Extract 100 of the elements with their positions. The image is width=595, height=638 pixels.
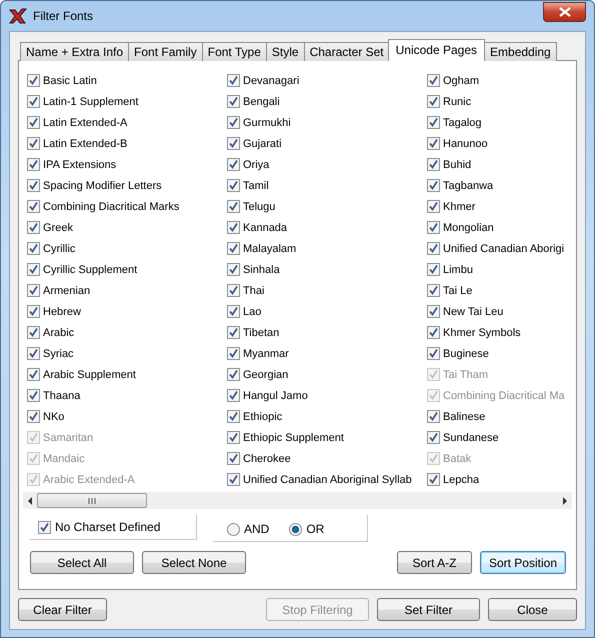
- radio-button[interactable]: [227, 522, 240, 536]
- checkbox-label: IPA Extensions: [43, 158, 116, 170]
- checkbox[interactable]: [27, 74, 40, 87]
- checkbox[interactable]: [427, 95, 440, 108]
- checkbox[interactable]: [227, 137, 240, 150]
- checkbox-label: Armenian: [43, 284, 90, 296]
- checkbox-label: Cherokee: [243, 452, 291, 464]
- checkbox[interactable]: [27, 179, 40, 192]
- button[interactable]: Select All: [30, 551, 134, 574]
- checkbox[interactable]: [27, 410, 40, 423]
- checkbox[interactable]: [27, 137, 40, 150]
- checkbox[interactable]: [227, 410, 240, 423]
- checkbox-label: Hangul Jamo: [243, 390, 308, 402]
- checkbox[interactable]: [27, 389, 40, 402]
- checkbox[interactable]: [227, 116, 240, 129]
- tab[interactable]: Font Family: [128, 42, 203, 61]
- tab[interactable]: Unicode Pages: [388, 39, 486, 61]
- checkbox[interactable]: [27, 116, 40, 129]
- checkbox-label: Arabic Extended-A: [43, 474, 135, 486]
- button[interactable]: Set Filter: [377, 598, 480, 621]
- checkbox[interactable]: [227, 452, 240, 465]
- button[interactable]: Sort Position: [480, 551, 566, 574]
- checkbox[interactable]: [227, 326, 240, 339]
- button[interactable]: Select None: [142, 551, 246, 574]
- checkbox[interactable]: [227, 389, 240, 402]
- checkbox[interactable]: [427, 305, 440, 318]
- checkbox[interactable]: [427, 116, 440, 129]
- checkbox[interactable]: [227, 74, 240, 87]
- checkbox[interactable]: [27, 263, 40, 276]
- tab[interactable]: Style: [266, 42, 305, 61]
- checkbox[interactable]: [427, 431, 440, 444]
- scroll-left-icon[interactable]: [27, 496, 33, 504]
- checkbox[interactable]: [227, 305, 240, 318]
- tab[interactable]: Name + Extra Info: [20, 42, 130, 61]
- checkbox[interactable]: [227, 473, 240, 486]
- radio-label: AND: [244, 522, 270, 536]
- radio-button[interactable]: [289, 522, 302, 536]
- checkbox-label: Spacing Modifier Letters: [43, 180, 162, 192]
- radio-label: OR: [306, 522, 324, 536]
- checkbox[interactable]: [27, 305, 40, 318]
- checkbox[interactable]: [27, 95, 40, 108]
- checkbox[interactable]: [227, 347, 240, 360]
- checkbox[interactable]: [227, 242, 240, 255]
- checkbox[interactable]: [227, 368, 240, 381]
- checkbox[interactable]: [427, 221, 440, 234]
- checkbox[interactable]: [27, 326, 40, 339]
- tab[interactable]: Character Set: [304, 42, 390, 61]
- button[interactable]: Clear Filter: [18, 598, 107, 621]
- checkbox[interactable]: [427, 410, 440, 423]
- checkbox[interactable]: [27, 221, 40, 234]
- checkbox[interactable]: [427, 347, 440, 360]
- checkbox[interactable]: [227, 284, 240, 297]
- scroll-thumb[interactable]: [37, 493, 147, 508]
- checkbox-label: Gujarati: [243, 138, 282, 150]
- checkbox[interactable]: [427, 137, 440, 150]
- checkbox[interactable]: [427, 179, 440, 192]
- checkbox[interactable]: [427, 284, 440, 297]
- checkbox[interactable]: [227, 95, 240, 108]
- checkbox[interactable]: [427, 263, 440, 276]
- checkbox[interactable]: [227, 179, 240, 192]
- checkbox-label: Tagalog: [443, 116, 482, 128]
- close-button[interactable]: [543, 2, 586, 22]
- checkbox-label: Malayalam: [243, 242, 296, 254]
- checkbox-label: Sinhala: [243, 264, 280, 276]
- checkbox[interactable]: [227, 221, 240, 234]
- button[interactable]: Sort A-Z: [396, 551, 472, 574]
- checkbox-label: Buhid: [443, 158, 472, 170]
- button[interactable]: Close: [488, 598, 577, 621]
- checkbox[interactable]: [427, 158, 440, 171]
- checkbox-label: Cyrillic Supplement: [43, 264, 138, 276]
- checkbox[interactable]: [427, 242, 440, 255]
- checkbox-label: Tai Tham: [443, 368, 488, 380]
- tab[interactable]: Font Type: [202, 42, 267, 61]
- tab[interactable]: Embedding: [484, 42, 557, 61]
- app-icon: [9, 8, 27, 24]
- checkbox[interactable]: [27, 284, 40, 297]
- checkbox-label: New Tai Leu: [443, 306, 504, 318]
- scroll-right-icon[interactable]: [562, 496, 568, 504]
- checkbox-label: Tibetan: [243, 326, 280, 338]
- checkbox[interactable]: [38, 520, 51, 534]
- checkbox-label: Georgian: [243, 368, 288, 380]
- checkbox-label: Greek: [43, 222, 73, 234]
- checkbox[interactable]: [427, 473, 440, 486]
- checkbox[interactable]: [27, 368, 40, 381]
- checkbox-label: Basic Latin: [43, 74, 97, 86]
- checkbox-label: Hebrew: [43, 306, 81, 318]
- checkbox[interactable]: [427, 74, 440, 87]
- checkbox[interactable]: [27, 158, 40, 171]
- checkbox[interactable]: [227, 431, 240, 444]
- checkbox[interactable]: [27, 347, 40, 360]
- checkbox-label: Lao: [243, 306, 262, 318]
- horizontal-scrollbar[interactable]: [23, 492, 572, 509]
- checkbox[interactable]: [427, 326, 440, 339]
- checkbox[interactable]: [227, 158, 240, 171]
- checkbox[interactable]: [27, 242, 40, 255]
- checkbox[interactable]: [227, 263, 240, 276]
- checkbox[interactable]: [427, 200, 440, 213]
- checkbox-label: Arabic: [43, 326, 74, 338]
- checkbox[interactable]: [227, 200, 240, 213]
- checkbox[interactable]: [27, 200, 40, 213]
